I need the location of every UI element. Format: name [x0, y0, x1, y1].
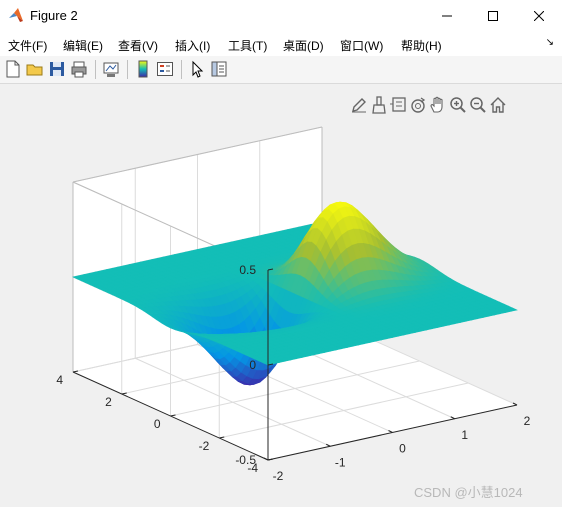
minimize-button[interactable] — [424, 0, 470, 32]
save-icon[interactable] — [48, 60, 66, 78]
new-figure-icon[interactable] — [4, 60, 22, 78]
figure-window: Figure 2 文件(F) 编辑(E) 查看(V) 插入(I) 工具(T) 桌… — [0, 0, 562, 507]
y-tick-label: 4 — [56, 373, 63, 387]
minimize-icon — [442, 15, 452, 17]
print-icon[interactable] — [70, 60, 88, 78]
close-button[interactable] — [516, 0, 562, 32]
maximize-icon — [488, 11, 498, 21]
open-file-icon[interactable] — [26, 60, 44, 78]
y-tick-label: 0 — [154, 417, 161, 431]
y-tick-label: -2 — [199, 439, 210, 453]
window-title: Figure 2 — [30, 8, 78, 23]
menu-insert[interactable]: 插入(I) — [175, 37, 210, 54]
toolbar-separator — [181, 60, 182, 79]
x-tick-label: -1 — [335, 455, 346, 469]
x-tick-label: 0 — [399, 442, 406, 456]
watermark-text: CSDN @小慧1024 — [414, 485, 523, 500]
x-tick-label: 2 — [524, 414, 531, 428]
close-icon — [534, 11, 544, 21]
matlab-logo-icon — [9, 8, 23, 22]
menu-expand-icon[interactable]: ↘ — [546, 37, 554, 48]
y-tick-label: -4 — [247, 461, 258, 475]
menu-bar: 文件(F) 编辑(E) 查看(V) 插入(I) 工具(T) 桌面(D) 窗口(W… — [0, 32, 562, 56]
menu-tools[interactable]: 工具(T) — [228, 37, 267, 54]
maximize-button[interactable] — [470, 0, 516, 32]
menu-window[interactable]: 窗口(W) — [340, 37, 383, 54]
z-tick-label: 0.5 — [239, 263, 256, 277]
colorbar-icon[interactable] — [134, 60, 152, 78]
menu-help[interactable]: 帮助(H) — [401, 37, 442, 54]
surface-plot: -0.5 0 0.5 -4 -2 0 2 4 -2 -1 0 1 2 — [56, 126, 531, 483]
z-tick-label: 0 — [249, 358, 256, 372]
y-tick-label: 2 — [105, 395, 112, 409]
menu-edit[interactable]: 编辑(E) — [63, 37, 103, 54]
menu-desktop[interactable]: 桌面(D) — [283, 37, 324, 54]
figure-toolbar — [0, 56, 562, 84]
toolbar-separator — [95, 60, 96, 79]
link-plot-icon[interactable] — [102, 60, 120, 78]
menu-file[interactable]: 文件(F) — [8, 37, 47, 54]
x-tick-label: -2 — [273, 469, 284, 483]
title-bar: Figure 2 — [0, 0, 562, 32]
x-tick-label: 1 — [461, 428, 468, 442]
edit-plot-icon[interactable] — [188, 60, 206, 78]
toolbar-separator — [127, 60, 128, 79]
legend-icon[interactable] — [156, 60, 174, 78]
menu-view[interactable]: 查看(V) — [118, 37, 158, 54]
property-inspector-icon[interactable] — [210, 60, 228, 78]
